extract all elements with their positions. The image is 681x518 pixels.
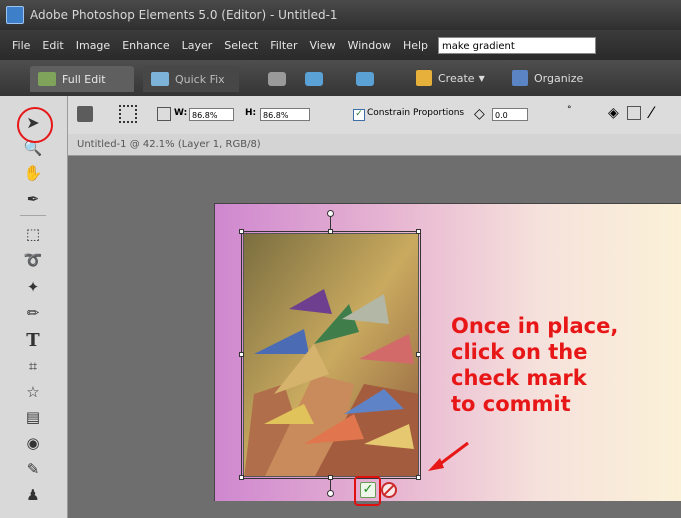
chevron-down-icon: ▼ <box>478 73 485 83</box>
full-edit-icon <box>38 72 56 86</box>
tool-panel: ➤ 🔍 ✋ ✒ ⬚ ➰ ✦ ✏ T ⌗ ☆ ▤ ◉ ✎ ♟ <box>0 96 68 518</box>
h-label: H: <box>245 108 257 118</box>
create-label: Create <box>438 71 475 85</box>
cookie-cutter-icon[interactable]: ☆ <box>22 381 44 403</box>
perspective-icon[interactable]: ⁄ <box>650 103 653 122</box>
create-icon <box>416 70 432 86</box>
annotation-text: Once in place, click on the check mark t… <box>451 314 619 416</box>
menu-layer[interactable]: Layer <box>182 39 213 52</box>
transform-handle-tr[interactable] <box>416 229 421 234</box>
straighten-icon[interactable]: ▤ <box>22 406 44 428</box>
mode-toolbar: Full Edit Quick Fix Create ▼ Organize <box>0 60 681 96</box>
document-tab[interactable]: Untitled-1 @ 42.1% (Layer 1, RGB/8) <box>68 134 681 156</box>
menu-edit[interactable]: Edit <box>42 39 63 52</box>
app-icon <box>6 6 24 24</box>
annotation-arrow <box>428 441 469 471</box>
transform-handle-r[interactable] <box>416 352 421 357</box>
create-button[interactable]: Create ▼ <box>416 70 485 86</box>
share-icon[interactable] <box>305 72 323 86</box>
red-eye-icon[interactable]: ◉ <box>22 432 44 454</box>
options-bar: W: 86.8% H: 86.8% ✓ Constrain Proportion… <box>67 96 681 135</box>
clone-stamp-icon[interactable]: ♟ <box>22 484 44 506</box>
help-search-input[interactable]: make gradient <box>438 36 597 54</box>
menu-filter[interactable]: Filter <box>270 39 297 52</box>
healing-brush-icon[interactable]: ✎ <box>22 458 44 480</box>
constrain-label: Constrain Proportions <box>367 108 465 118</box>
quick-fix-icon <box>151 72 169 86</box>
crop-icon[interactable]: ⌗ <box>22 355 44 377</box>
lasso-icon[interactable]: ➰ <box>22 249 44 271</box>
constrain-checkbox[interactable]: ✓ <box>353 109 365 121</box>
window-title: Adobe Photoshop Elements 5.0 (Editor) - … <box>30 8 338 22</box>
brush-icon[interactable]: ✏ <box>22 302 44 324</box>
print-icon[interactable] <box>268 72 286 86</box>
cancel-icon[interactable] <box>381 482 397 498</box>
hand-tool-icon[interactable]: ✋ <box>22 162 44 184</box>
menu-image[interactable]: Image <box>76 39 110 52</box>
rotate-handle-bottom[interactable] <box>327 490 334 497</box>
menu-bar: File Edit Image Enhance Layer Select Fil… <box>0 30 681 60</box>
height-field[interactable]: 86.8% <box>260 108 310 121</box>
menu-window[interactable]: Window <box>348 39 391 52</box>
angle-unit: ° <box>567 105 572 115</box>
tab-quick-fix[interactable]: Quick Fix <box>143 66 239 92</box>
tool-separator <box>20 215 46 216</box>
marquee-icon[interactable]: ⬚ <box>22 223 44 245</box>
reference-point-icon[interactable] <box>119 105 137 123</box>
rotate-stem-top <box>330 215 331 229</box>
title-bar: Adobe Photoshop Elements 5.0 (Editor) - … <box>0 0 681 30</box>
tab-quick-fix-label: Quick Fix <box>175 72 225 86</box>
menu-select[interactable]: Select <box>224 39 258 52</box>
organize-label: Organize <box>534 71 584 85</box>
eyedropper-icon[interactable]: ✒ <box>22 188 44 210</box>
organize-button[interactable]: Organize <box>512 70 583 86</box>
width-icon <box>157 107 171 121</box>
menu-enhance[interactable]: Enhance <box>122 39 169 52</box>
skew-icon[interactable]: ◈ <box>608 105 619 121</box>
organize-icon <box>512 70 528 86</box>
transform-handle-tl[interactable] <box>239 229 244 234</box>
commit-check-icon[interactable]: ✓ <box>360 482 376 498</box>
transform-handle-br[interactable] <box>416 475 421 480</box>
move-tool-highlight <box>17 107 53 143</box>
transform-handle-bl[interactable] <box>239 475 244 480</box>
move-options-icon[interactable] <box>77 106 93 122</box>
rotate-icon: ◇ <box>474 106 485 122</box>
tab-full-edit-label: Full Edit <box>62 72 106 86</box>
order-prints-icon[interactable] <box>356 72 374 86</box>
angle-field[interactable]: 0.0 <box>492 108 528 121</box>
magic-wand-icon[interactable]: ✦ <box>22 276 44 298</box>
transform-handle-t[interactable] <box>328 229 333 234</box>
type-tool-icon[interactable]: T <box>22 329 44 351</box>
menu-file[interactable]: File <box>12 39 30 52</box>
tab-full-edit[interactable]: Full Edit <box>30 66 134 92</box>
width-field[interactable]: 86.8% <box>189 108 234 121</box>
rotate-handle-top[interactable] <box>327 210 334 217</box>
w-label: W: <box>174 108 188 118</box>
transform-bounding-box <box>241 231 421 479</box>
menu-help[interactable]: Help <box>403 39 428 52</box>
transform-handle-l[interactable] <box>239 352 244 357</box>
menu-view[interactable]: View <box>309 39 335 52</box>
distort-icon[interactable] <box>627 106 641 120</box>
